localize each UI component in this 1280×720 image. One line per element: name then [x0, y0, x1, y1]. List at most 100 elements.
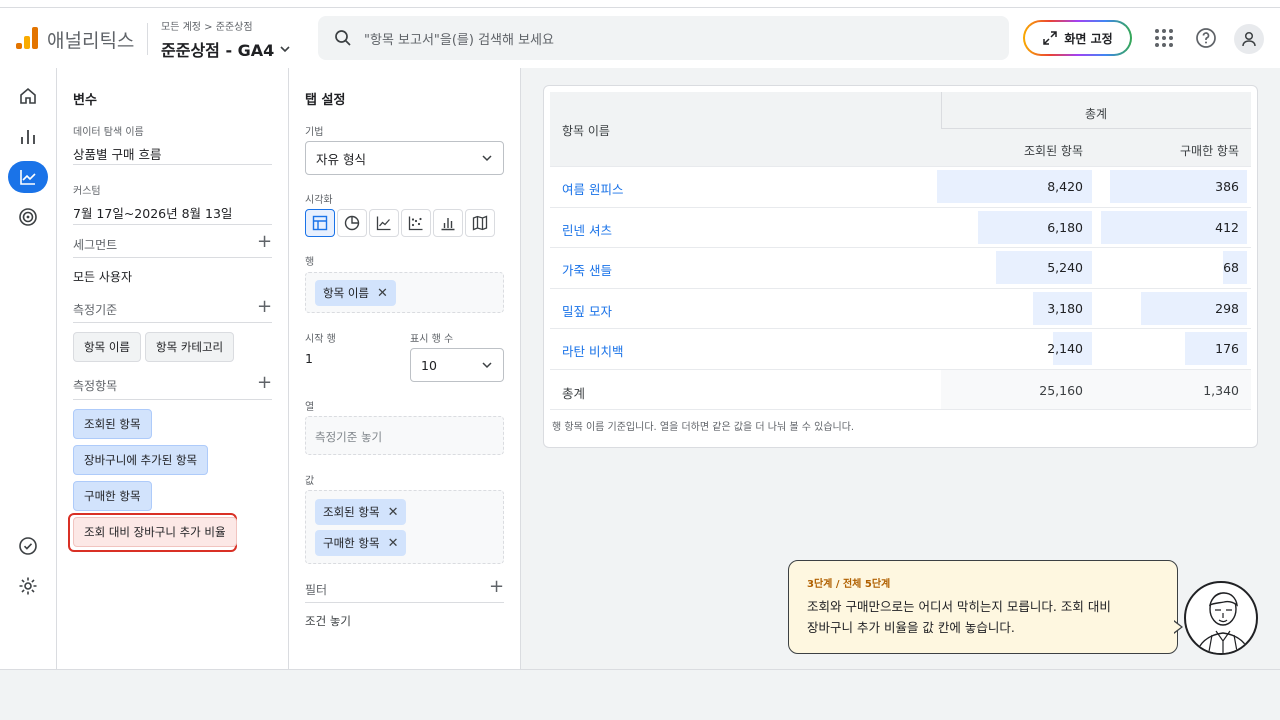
- metric-chip-highlighted[interactable]: 조회 대비 장바구니 추가 비율: [73, 517, 237, 547]
- explore-chart-icon: [20, 170, 36, 185]
- breadcrumb[interactable]: 모든 계정 > 준준상점: [161, 18, 253, 33]
- close-icon[interactable]: ✕: [388, 536, 399, 551]
- show-rows-value: 10: [421, 357, 437, 373]
- app-header: 애널리틱스 모든 계정 > 준준상점 준준상점 - GA4 "항목 보고서"을(…: [0, 9, 1280, 67]
- dimension-chip[interactable]: 항목 카테고리: [145, 332, 235, 362]
- date-range-picker[interactable]: 7월 17일~2026년 8월 13일: [73, 203, 232, 222]
- filters-label: 필터: [305, 583, 328, 597]
- total-views: 25,160: [1039, 383, 1083, 398]
- bar-chart-icon: [441, 218, 455, 231]
- viz-table-button[interactable]: [305, 209, 335, 237]
- chevron-down-icon: [482, 362, 492, 369]
- technique-label: 기법: [305, 127, 324, 138]
- add-metric-plus-icon[interactable]: +: [257, 374, 272, 392]
- breadcrumb-account[interactable]: 모든 계정: [161, 22, 201, 33]
- visualization-options: [305, 209, 495, 237]
- metric-chip[interactable]: 장바구니에 추가된 항목: [73, 445, 209, 475]
- brand-name[interactable]: 애널리틱스: [47, 26, 134, 53]
- filters-placeholder[interactable]: 조건 놓기: [305, 613, 351, 629]
- search-bar[interactable]: "항목 보고서"을(를) 검색해 보세요: [318, 16, 1009, 60]
- property-name: 준준상점 - GA4: [161, 41, 275, 60]
- total-purchased: 1,340: [1203, 383, 1239, 398]
- metric-chip[interactable]: 조회된 항목: [73, 409, 152, 439]
- table-cell-purchased: 298: [1215, 300, 1239, 316]
- table-cell-views: 8,420: [1047, 179, 1083, 194]
- target-icon: [19, 208, 37, 226]
- column-header-views[interactable]: 조회된 항목: [1024, 142, 1083, 159]
- nav-advertising[interactable]: [8, 201, 48, 233]
- variables-panel: 변수 데이터 탐색 이름 상품별 구매 흐름 커스텀 7월 17일~2026년 …: [57, 68, 289, 669]
- search-icon: [335, 30, 351, 46]
- nav-reports[interactable]: [8, 121, 48, 153]
- row-divider: [550, 328, 1251, 330]
- row-divider: [550, 287, 1251, 289]
- segments-title: 세그먼트: [73, 238, 118, 252]
- nav-admin[interactable]: [8, 570, 48, 602]
- table-footnote: 행 항목 이름 기준입니다. 열을 더하면 같은 값을 더 나눠 볼 수 있습니…: [552, 422, 855, 433]
- map-icon: [472, 215, 488, 231]
- account-avatar[interactable]: [1234, 24, 1264, 54]
- home-icon: [20, 87, 36, 104]
- line-chart-icon: [376, 216, 391, 231]
- value-chip[interactable]: 조회된 항목 ✕: [315, 499, 407, 525]
- expand-icon: [1043, 31, 1058, 45]
- viz-donut-button[interactable]: [337, 209, 367, 237]
- table-row-item-name[interactable]: 가죽 샌들: [562, 260, 612, 279]
- row-divider: [550, 206, 1251, 208]
- table-row-item-name[interactable]: 여름 원피스: [562, 179, 623, 198]
- exploration-name-field[interactable]: 상품별 구매 흐름: [73, 144, 161, 163]
- add-filter-plus-icon[interactable]: +: [489, 578, 504, 596]
- top-strip: [0, 0, 1280, 8]
- breadcrumb-property[interactable]: 준준상점: [216, 22, 253, 33]
- column-header-purchased[interactable]: 구매한 항목: [1180, 142, 1239, 159]
- table-cell-views: 6,180: [1047, 219, 1083, 235]
- guide-character-avatar: [1184, 581, 1258, 655]
- chevron-down-icon: [482, 155, 492, 162]
- table-cell-purchased: 176: [1215, 341, 1239, 357]
- viz-map-button[interactable]: [465, 209, 495, 237]
- close-icon[interactable]: ✕: [388, 505, 399, 520]
- pin-screen-label: 화면 고정: [1064, 31, 1113, 46]
- row-chip[interactable]: 항목 이름 ✕: [315, 280, 396, 306]
- search-placeholder: "항목 보고서"을(를) 검색해 보세요: [364, 32, 554, 48]
- viz-line-button[interactable]: [369, 209, 399, 237]
- check-circle-icon: [19, 537, 37, 555]
- row-divider: [550, 409, 1251, 410]
- values-label: 값: [305, 476, 315, 487]
- nav-explore[interactable]: [8, 161, 48, 193]
- pin-screen-button[interactable]: 화면 고정: [1023, 20, 1132, 56]
- segment-chip[interactable]: 모든 사용자: [73, 268, 132, 285]
- table-row-item-name[interactable]: 밀짚 모자: [562, 301, 612, 320]
- value-chip[interactable]: 구매한 항목 ✕: [315, 530, 407, 556]
- scatter-plot-icon: [408, 216, 423, 231]
- table-row-item-name[interactable]: 린넨 셔츠: [562, 220, 612, 239]
- add-segment-plus-icon[interactable]: +: [257, 233, 272, 251]
- rows-label: 행: [305, 257, 315, 268]
- table-cell-purchased: 386: [1215, 179, 1239, 194]
- table-row-item-name[interactable]: 라탄 비치백: [562, 341, 623, 360]
- apps-grid-icon[interactable]: [1150, 24, 1178, 52]
- dimension-chip[interactable]: 항목 이름: [73, 332, 141, 362]
- viz-scatter-button[interactable]: [401, 209, 431, 237]
- help-icon[interactable]: [1192, 24, 1220, 52]
- start-row-field[interactable]: 1: [305, 351, 313, 366]
- show-rows-select[interactable]: 10: [410, 348, 504, 382]
- viz-bar-button[interactable]: [433, 209, 463, 237]
- close-icon[interactable]: ✕: [377, 286, 388, 301]
- table-cell-views: 2,140: [1047, 341, 1083, 357]
- left-navigation: [0, 68, 57, 669]
- analytics-logo-icon[interactable]: [16, 27, 38, 49]
- table-cell-views: 3,180: [1047, 300, 1083, 316]
- variables-title: 변수: [73, 93, 97, 108]
- value-chip-label: 구매한 항목: [323, 536, 380, 550]
- metrics-title: 측정항목: [73, 379, 118, 393]
- row-dimension-header[interactable]: 항목 이름: [562, 122, 610, 139]
- technique-select[interactable]: 자유 형식: [305, 141, 504, 175]
- nav-home[interactable]: [8, 80, 48, 112]
- add-dimension-plus-icon[interactable]: +: [257, 298, 272, 316]
- property-selector[interactable]: 준준상점 - GA4: [161, 37, 292, 61]
- show-rows-label: 표시 행 수: [410, 334, 454, 345]
- tutorial-message-line: 조회와 구매만으로는 어디서 막히는지 모릅니다. 조회 대비: [807, 599, 1111, 614]
- nav-insights[interactable]: [8, 530, 48, 562]
- metric-chip[interactable]: 구매한 항목: [73, 481, 152, 511]
